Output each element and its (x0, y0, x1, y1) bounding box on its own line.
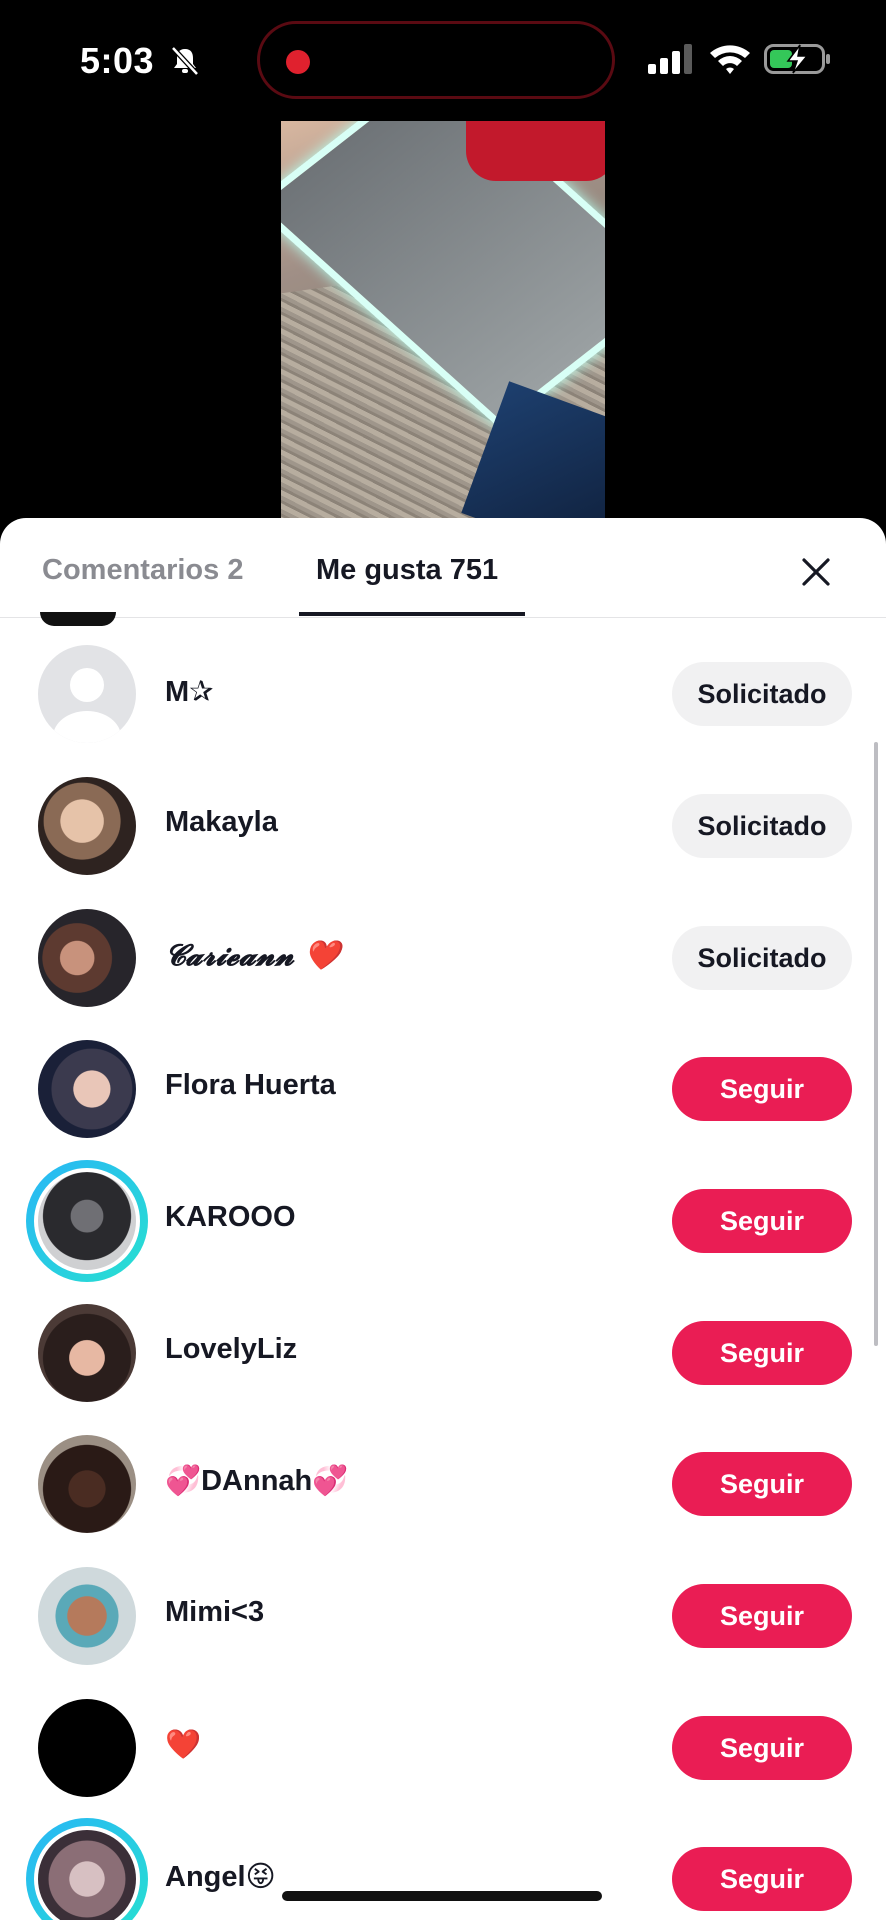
avatar[interactable] (38, 909, 136, 1007)
username[interactable]: M✰ (165, 674, 213, 709)
list-item[interactable]: Flora Huerta Seguir (0, 1016, 886, 1148)
avatar (34, 1168, 140, 1274)
avatar-story-ring[interactable] (26, 1160, 148, 1282)
requested-button[interactable]: Solicitado (672, 926, 852, 990)
requested-button[interactable]: Solicitado (672, 794, 852, 858)
list-item[interactable]: M✰ Solicitado (0, 621, 886, 753)
status-time: 5:03 (80, 40, 155, 81)
dynamic-island (257, 21, 615, 99)
avatar[interactable] (38, 645, 136, 743)
avatar (34, 1826, 140, 1920)
list-item[interactable]: LovelyLiz Seguir (0, 1280, 886, 1412)
follow-button[interactable]: Seguir (672, 1321, 852, 1385)
tab-likes[interactable]: Me gusta 751 (316, 554, 498, 587)
avatar[interactable] (38, 1699, 136, 1797)
follow-button[interactable]: Seguir (672, 1452, 852, 1516)
list-item[interactable]: ❤️ Seguir (0, 1675, 886, 1807)
list-item[interactable]: Makayla Solicitado (0, 753, 886, 885)
scrollbar[interactable] (874, 742, 878, 1346)
active-tab-indicator (299, 612, 525, 616)
bell-slash-icon (171, 46, 199, 76)
username[interactable]: KAROOO (165, 1201, 296, 1234)
battery-charging-icon (764, 44, 830, 74)
avatar[interactable] (38, 1567, 136, 1665)
recording-dot-icon (286, 50, 310, 74)
sheet-tabs: Comentarios 2 Me gusta 751 (0, 518, 886, 618)
avatar-story-ring[interactable] (26, 1818, 148, 1920)
likes-sheet: Comentarios 2 Me gusta 751 M✰ Solicitado… (0, 518, 886, 1920)
follow-button[interactable]: Seguir (672, 1057, 852, 1121)
default-avatar-icon (53, 668, 121, 743)
status-bar: 5:03 (0, 0, 886, 120)
video-scene-red (466, 121, 605, 181)
avatar[interactable] (38, 1304, 136, 1402)
username[interactable]: Flora Huerta (165, 1069, 336, 1102)
avatar[interactable] (38, 1435, 136, 1533)
username[interactable]: Makayla (165, 806, 278, 839)
avatar[interactable] (38, 1040, 136, 1138)
avatar[interactable] (38, 777, 136, 875)
username[interactable]: Mimi<3 (165, 1596, 264, 1629)
video-thumbnail[interactable] (281, 121, 605, 521)
follow-button[interactable]: Seguir (672, 1716, 852, 1780)
username[interactable]: 𝓒𝓪𝓻𝓲𝓮𝓪𝓷𝓷 ❤️ (165, 938, 340, 973)
follow-button[interactable]: Seguir (672, 1847, 852, 1911)
follow-button[interactable]: Seguir (672, 1584, 852, 1648)
list-item[interactable]: 💞DAnnah💞 Seguir (0, 1411, 886, 1543)
username[interactable]: 💞DAnnah💞 (165, 1464, 348, 1498)
username[interactable]: LovelyLiz (165, 1333, 297, 1366)
list-item[interactable]: Angel😝 Seguir (0, 1806, 886, 1920)
tab-comments[interactable]: Comentarios 2 (42, 554, 243, 587)
follow-button[interactable]: Seguir (672, 1189, 852, 1253)
list-item[interactable]: KAROOO Seguir (0, 1148, 886, 1282)
cellular-signal-icon (648, 44, 692, 74)
requested-button[interactable]: Solicitado (672, 662, 852, 726)
wifi-icon (710, 45, 750, 74)
list-item[interactable]: Mimi<3 Seguir (0, 1543, 886, 1675)
close-icon[interactable] (796, 552, 836, 592)
username[interactable]: Angel😝 (165, 1859, 276, 1894)
username[interactable]: ❤️ (165, 1728, 201, 1762)
home-indicator[interactable] (282, 1891, 602, 1901)
list-item[interactable]: 𝓒𝓪𝓻𝓲𝓮𝓪𝓷𝓷 ❤️ Solicitado (0, 885, 886, 1017)
